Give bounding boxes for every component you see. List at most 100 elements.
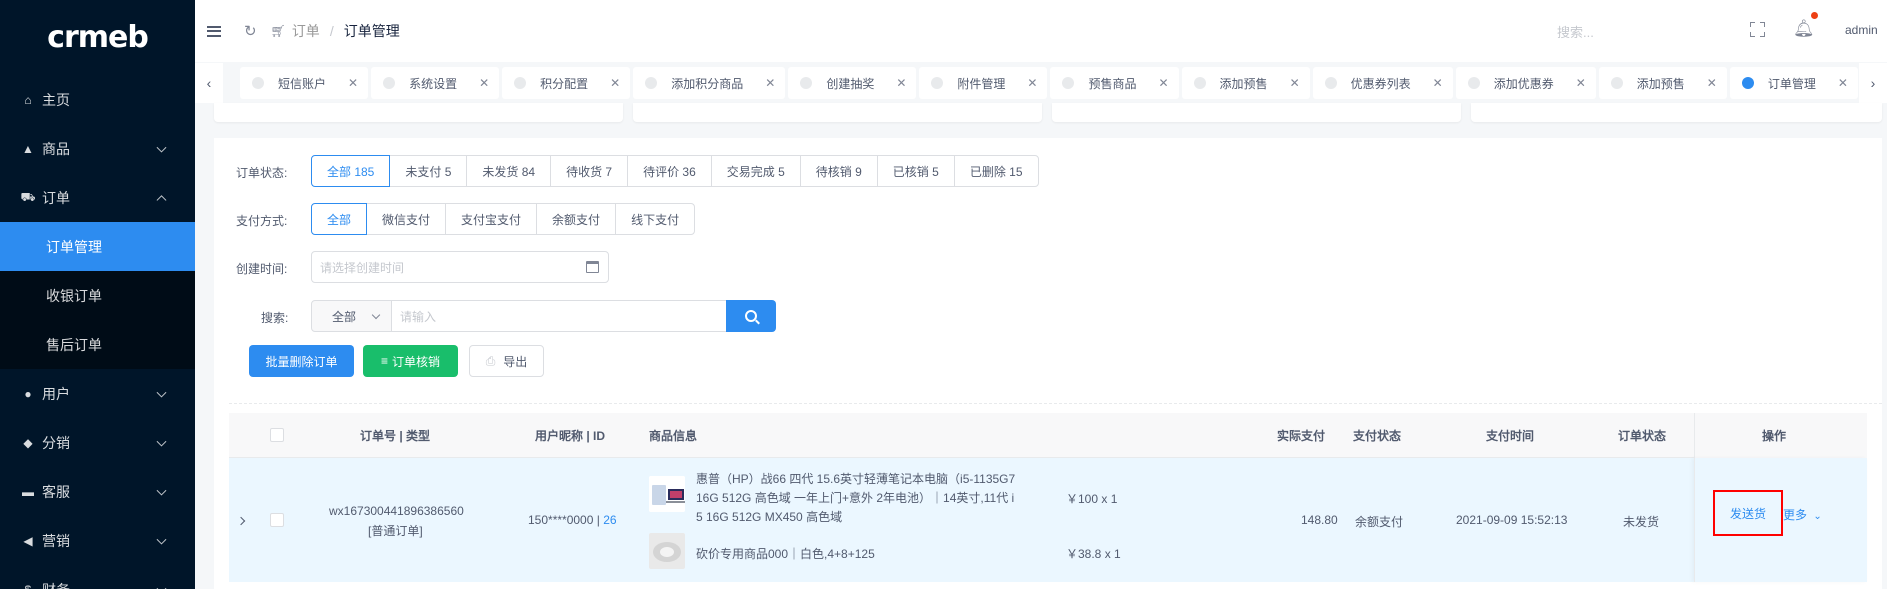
send-icon: ◀ bbox=[23, 533, 33, 548]
status-option-unshipped[interactable]: 未发货 84 bbox=[466, 155, 552, 187]
status-option-to-receive[interactable]: 待收货 7 bbox=[550, 155, 629, 187]
divider bbox=[229, 403, 1882, 404]
pay-option-alipay[interactable]: 支付宝支付 bbox=[445, 203, 538, 235]
tab-add-presale[interactable]: 添加预售 ✕ bbox=[1181, 67, 1310, 99]
close-icon[interactable]: ✕ bbox=[1838, 76, 1848, 90]
pay-option-balance[interactable]: 余额支付 bbox=[536, 203, 617, 235]
header-search[interactable]: 搜索... bbox=[1557, 22, 1594, 41]
sidebar: crmeb ⌂ 主页 ▲ 商品 ⛟ 订单 订单管理 收银订单 售后订单 ● 用户… bbox=[0, 0, 195, 589]
paid-amount: 148.80 bbox=[1301, 513, 1338, 527]
tab-order-management[interactable]: 订单管理 ✕ bbox=[1729, 67, 1858, 99]
close-icon[interactable]: ✕ bbox=[1576, 76, 1586, 90]
tab-dot bbox=[383, 77, 396, 89]
menu-item-customer-service[interactable]: ▬ 客服 bbox=[0, 467, 195, 516]
close-icon[interactable]: ✕ bbox=[1290, 76, 1300, 90]
menu-toggle-icon[interactable] bbox=[207, 25, 221, 37]
status-option-all[interactable]: 全部 185 bbox=[311, 155, 391, 187]
pay-option-wechat[interactable]: 微信支付 bbox=[366, 203, 447, 235]
chevron-down-icon bbox=[371, 310, 381, 320]
menu-item-orders[interactable]: ⛟ 订单 bbox=[0, 173, 195, 222]
menu-item-finance[interactable]: $ 财务 bbox=[0, 565, 195, 589]
ship-button[interactable]: 发送货 bbox=[1713, 490, 1783, 536]
tab-attachments[interactable]: 附件管理 ✕ bbox=[919, 67, 1048, 99]
status-option-verified[interactable]: 已核销 5 bbox=[876, 155, 955, 187]
submenu-item-after-sales[interactable]: 售后订单 bbox=[0, 320, 195, 369]
user-id-link[interactable]: 26 bbox=[603, 513, 616, 527]
submenu-item-order-management[interactable]: 订单管理 bbox=[0, 222, 195, 271]
col-product: 商品信息 bbox=[649, 429, 698, 443]
tab-dot bbox=[514, 77, 527, 89]
search-button[interactable] bbox=[726, 300, 776, 332]
tab-system-settings[interactable]: 系统设置 ✕ bbox=[371, 67, 500, 99]
close-icon[interactable]: ✕ bbox=[1433, 76, 1443, 90]
status-option-unpaid[interactable]: 未支付 5 bbox=[389, 155, 468, 187]
row-checkbox[interactable] bbox=[270, 513, 284, 527]
search-type-value: 全部 bbox=[332, 309, 357, 324]
tab-coupon-list[interactable]: 优惠券列表 ✕ bbox=[1312, 67, 1453, 99]
chevron-down-icon bbox=[156, 485, 167, 496]
pay-option-all[interactable]: 全部 bbox=[311, 203, 368, 235]
user-nickname: 150****0000 | 26 bbox=[528, 513, 617, 527]
tab-label: 预售商品 bbox=[1088, 76, 1137, 91]
menu-item-distribution[interactable]: ◆ 分销 bbox=[0, 418, 195, 467]
order-verify-button[interactable]: ≡ 订单核销 bbox=[363, 345, 458, 377]
batch-delete-button[interactable]: 批量删除订单 bbox=[249, 345, 354, 377]
tab-sms-account[interactable]: 短信账户 ✕ bbox=[240, 67, 369, 99]
user-menu[interactable]: admin bbox=[1845, 23, 1878, 37]
close-icon[interactable]: ✕ bbox=[1707, 76, 1717, 90]
product-thumbnail bbox=[649, 533, 685, 569]
close-icon[interactable]: ✕ bbox=[765, 76, 775, 90]
status-option-to-verify[interactable]: 待核销 9 bbox=[799, 155, 878, 187]
menu-item-products[interactable]: ▲ 商品 bbox=[0, 124, 195, 173]
tab-add-points-product[interactable]: 添加积分商品 ✕ bbox=[633, 67, 786, 99]
search-input[interactable]: 请输入 bbox=[391, 300, 727, 332]
status-option-completed[interactable]: 交易完成 5 bbox=[710, 155, 801, 187]
menu-item-marketing[interactable]: ◀ 营销 bbox=[0, 516, 195, 565]
order-number: wx167300441896386560 bbox=[329, 504, 464, 518]
more-dropdown[interactable]: 更多 ⌄ bbox=[1783, 506, 1822, 523]
menu-label: 用户 bbox=[42, 385, 70, 402]
close-icon[interactable]: ✕ bbox=[348, 76, 358, 90]
search-type-select[interactable]: 全部 bbox=[311, 300, 392, 332]
select-all-checkbox[interactable] bbox=[270, 428, 284, 442]
menu-item-home[interactable]: ⌂ 主页 bbox=[0, 75, 195, 124]
product-price: ￥100 x 1 bbox=[1066, 492, 1118, 506]
chat-icon: ▬ bbox=[22, 484, 34, 499]
tab-dot bbox=[1467, 77, 1480, 89]
export-button[interactable]: ⎙ 导出 bbox=[469, 345, 544, 377]
tab-label: 添加优惠券 bbox=[1493, 76, 1554, 91]
menu-item-users[interactable]: ● 用户 bbox=[0, 369, 195, 418]
tabs-scroll-left-icon[interactable]: ‹ bbox=[195, 63, 223, 103]
tabs-scroll-right-icon[interactable]: › bbox=[1859, 63, 1887, 103]
orders-submenu: 订单管理 收银订单 售后订单 bbox=[0, 222, 195, 369]
tab-dot bbox=[800, 77, 813, 89]
close-icon[interactable]: ✕ bbox=[896, 76, 906, 90]
status-option-deleted[interactable]: 已删除 15 bbox=[953, 155, 1039, 187]
pay-option-offline[interactable]: 线下支付 bbox=[615, 203, 696, 235]
close-icon[interactable]: ✕ bbox=[479, 76, 489, 90]
stat-card bbox=[633, 103, 1042, 122]
tab-add-coupon[interactable]: 添加优惠券 ✕ bbox=[1455, 67, 1596, 99]
menu-label: 主页 bbox=[42, 91, 70, 108]
close-icon[interactable]: ✕ bbox=[610, 76, 620, 90]
tab-dot bbox=[645, 77, 658, 89]
bell-icon[interactable]: 🔔︎ bbox=[1793, 19, 1815, 39]
refresh-icon[interactable]: ↻ bbox=[244, 22, 257, 40]
menu-label: 客服 bbox=[42, 483, 70, 500]
tab-presale-products[interactable]: 预售商品 ✕ bbox=[1050, 67, 1179, 99]
tab-create-lottery[interactable]: 创建抽奖 ✕ bbox=[788, 67, 917, 99]
fullscreen-icon[interactable] bbox=[1750, 22, 1765, 37]
tab-dot bbox=[252, 77, 264, 89]
create-time-picker[interactable]: 请选择创建时间 bbox=[311, 251, 609, 283]
tab-points-config[interactable]: 积分配置 ✕ bbox=[502, 67, 631, 99]
cart-icon: 🛒︎ bbox=[270, 24, 286, 38]
status-option-to-review[interactable]: 待评价 36 bbox=[627, 155, 712, 187]
tab-add-presale-2[interactable]: 添加预售 ✕ bbox=[1598, 67, 1727, 99]
close-icon[interactable]: ✕ bbox=[1158, 76, 1168, 90]
chevron-down-icon bbox=[156, 583, 167, 589]
close-icon[interactable]: ✕ bbox=[1027, 76, 1037, 90]
submenu-item-cashier-orders[interactable]: 收银订单 bbox=[0, 271, 195, 320]
breadcrumb-orders[interactable]: 订单 bbox=[292, 21, 320, 41]
chevron-down-icon: ⌄ bbox=[1813, 511, 1822, 522]
expand-icon[interactable] bbox=[236, 516, 246, 526]
